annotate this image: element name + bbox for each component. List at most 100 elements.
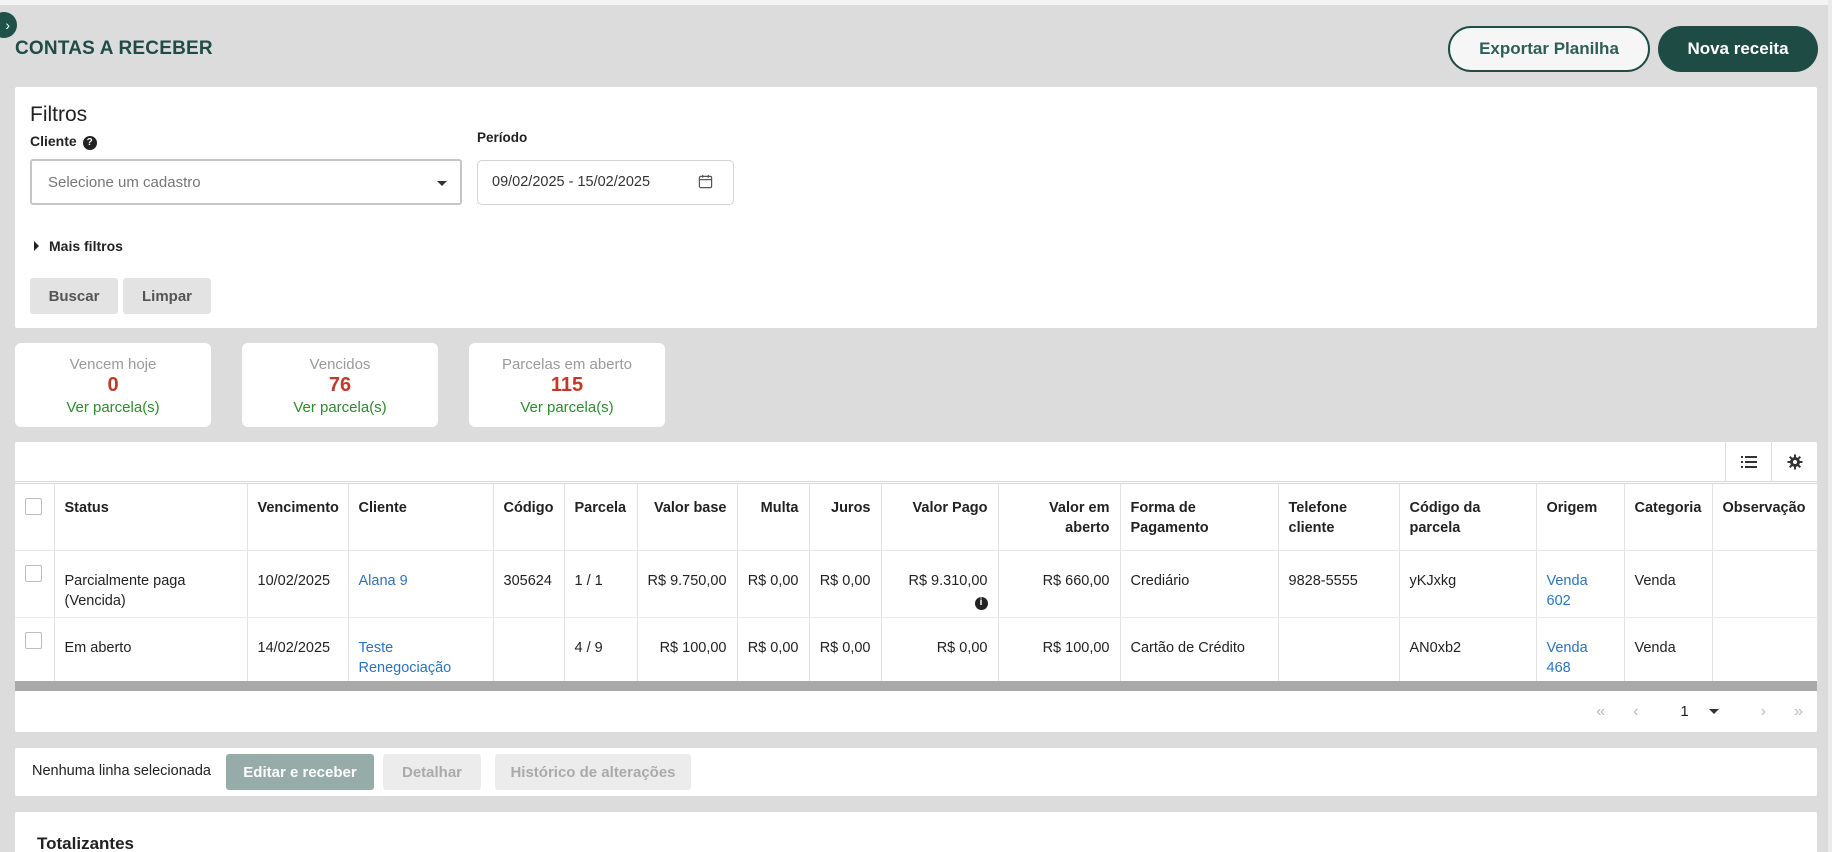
stat-card-due-today: Vencem hoje 0 Ver parcela(s) [15, 343, 211, 427]
window-edge [1828, 0, 1832, 852]
detail-button[interactable]: Detalhar [383, 754, 481, 790]
column-header[interactable]: Valor base [637, 483, 738, 551]
client-link[interactable]: Alana 9 [359, 573, 408, 589]
client-select[interactable]: Selecione um cadastro [30, 159, 462, 205]
sidebar-toggle-button[interactable]: › [0, 12, 17, 38]
note-cell [1712, 617, 1818, 684]
open-value-cell: R$ 660,00 [998, 550, 1121, 618]
stat-card-overdue: Vencidos 76 Ver parcela(s) [242, 343, 438, 427]
column-header[interactable]: Juros [809, 483, 882, 551]
page-select[interactable]: 1 [1666, 703, 1732, 720]
stat-card-open-installments: Parcelas em aberto 115 Ver parcela(s) [469, 343, 665, 427]
column-header[interactable]: Observação [1712, 483, 1818, 551]
column-header[interactable]: Valor Pago [881, 483, 999, 551]
select-all-checkbox[interactable] [25, 498, 42, 515]
column-header[interactable]: Multa [737, 483, 810, 551]
totals-panel: Totalizantes [15, 812, 1817, 852]
client-label-text: Cliente [30, 133, 77, 149]
open-value-cell: R$ 100,00 [998, 617, 1121, 684]
select-all-cell [15, 483, 55, 551]
row-select-cell [15, 617, 55, 684]
column-header[interactable]: Código [493, 483, 565, 551]
period-value: 09/02/2025 - 15/02/2025 [492, 174, 651, 190]
new-revenue-button[interactable]: Nova receita [1658, 26, 1818, 72]
column-header[interactable]: Forma de Pagamento [1120, 483, 1279, 551]
payment-method-cell: Cartão de Crédito [1120, 617, 1279, 684]
table-row[interactable]: Em aberto 14/02/2025 Teste Renegociação … [15, 617, 1818, 684]
first-page-icon[interactable]: « [1596, 703, 1605, 721]
table-settings-button[interactable] [1771, 442, 1817, 482]
selection-status: Nenhuma linha selecionada [32, 763, 211, 779]
status-cell: Em aberto [54, 617, 248, 684]
gear-icon [1787, 454, 1802, 470]
origin-cell: Venda 602 [1536, 550, 1625, 618]
installment-cell: 4 / 9 [564, 617, 638, 684]
client-select-placeholder: Selecione um cadastro [48, 174, 201, 191]
column-header[interactable]: Cliente [348, 483, 494, 551]
installment-code-cell: AN0xb2 [1399, 617, 1537, 684]
totals-title: Totalizantes [37, 834, 134, 852]
chevron-right-icon: › [5, 17, 10, 33]
more-filters-toggle[interactable]: Mais filtros [34, 238, 123, 254]
row-checkbox[interactable] [25, 565, 42, 582]
horizontal-scrollbar[interactable] [15, 681, 1817, 691]
table-row[interactable]: Parcialmente paga (Vencida) 10/02/2025 A… [15, 550, 1818, 618]
view-installments-link[interactable]: Ver parcela(s) [15, 399, 211, 416]
paid-value-cell: R$ 9.310,00 i [881, 550, 999, 618]
help-icon[interactable]: ? [82, 135, 97, 150]
row-select-cell [15, 550, 55, 618]
installment-cell: 1 / 1 [564, 550, 638, 618]
column-header[interactable]: Telefone cliente [1278, 483, 1400, 551]
client-link[interactable]: Teste Renegociação [359, 640, 452, 676]
info-icon[interactable]: i [974, 596, 988, 610]
pagination: « ‹ 1 › » [15, 691, 1817, 732]
code-cell: 305624 [493, 550, 565, 618]
column-list-button[interactable] [1725, 442, 1771, 482]
status-cell: Parcialmente paga (Vencida) [54, 550, 248, 618]
last-page-icon[interactable]: » [1794, 703, 1803, 721]
stat-value: 76 [328, 374, 352, 396]
previous-page-icon[interactable]: ‹ [1633, 703, 1638, 721]
clear-button[interactable]: Limpar [123, 278, 211, 314]
payment-method-cell: Crediário [1120, 550, 1279, 618]
search-button[interactable]: Buscar [30, 278, 118, 314]
row-checkbox[interactable] [25, 632, 42, 649]
selection-actions-bar: Nenhuma linha selecionada Editar e receb… [15, 748, 1817, 796]
stat-label: Vencem hoje [69, 356, 157, 373]
interest-cell: R$ 0,00 [809, 550, 882, 618]
installment-code-cell: yKJxkg [1399, 550, 1537, 618]
due-date-cell: 10/02/2025 [247, 550, 349, 618]
origin-link[interactable]: Venda 602 [1547, 573, 1588, 609]
receivables-table: Status Vencimento Cliente Código Parcela… [15, 483, 1818, 684]
export-spreadsheet-button[interactable]: Exportar Planilha [1448, 26, 1650, 72]
view-installments-link[interactable]: Ver parcela(s) [242, 399, 438, 416]
column-header[interactable]: Parcela [564, 483, 638, 551]
column-header[interactable]: Status [54, 483, 248, 551]
caret-down-icon [1708, 709, 1719, 714]
phone-cell [1278, 617, 1400, 684]
period-date-range-input[interactable]: 09/02/2025 - 15/02/2025 [477, 160, 734, 205]
column-header[interactable]: Categoria [1624, 483, 1713, 551]
column-header[interactable]: Origem [1536, 483, 1625, 551]
list-icon [1740, 456, 1757, 468]
calendar-icon[interactable] [698, 174, 713, 189]
change-history-button[interactable]: Histórico de alterações [495, 754, 691, 790]
next-page-icon[interactable]: › [1761, 703, 1766, 721]
caret-down-icon [437, 181, 447, 186]
stat-value: 115 [550, 374, 584, 396]
origin-link[interactable]: Venda 468 [1547, 640, 1588, 676]
client-cell: Alana 9 [348, 550, 494, 618]
edit-and-receive-button[interactable]: Editar e receber [226, 754, 374, 790]
base-value-cell: R$ 9.750,00 [637, 550, 738, 618]
view-installments-link[interactable]: Ver parcela(s) [469, 399, 665, 416]
fine-cell: R$ 0,00 [737, 617, 810, 684]
table-header-row: Status Vencimento Cliente Código Parcela… [15, 483, 1818, 551]
category-cell: Venda [1624, 617, 1713, 684]
phone-cell: 9828-5555 [1278, 550, 1400, 618]
page-number: 1 [1680, 703, 1689, 720]
note-cell [1712, 550, 1818, 618]
receivables-table-panel: Status Vencimento Cliente Código Parcela… [15, 442, 1818, 732]
column-header[interactable]: Vencimento [247, 483, 349, 551]
column-header[interactable]: Código da parcela [1399, 483, 1537, 551]
column-header[interactable]: Valor em aberto [998, 483, 1121, 551]
